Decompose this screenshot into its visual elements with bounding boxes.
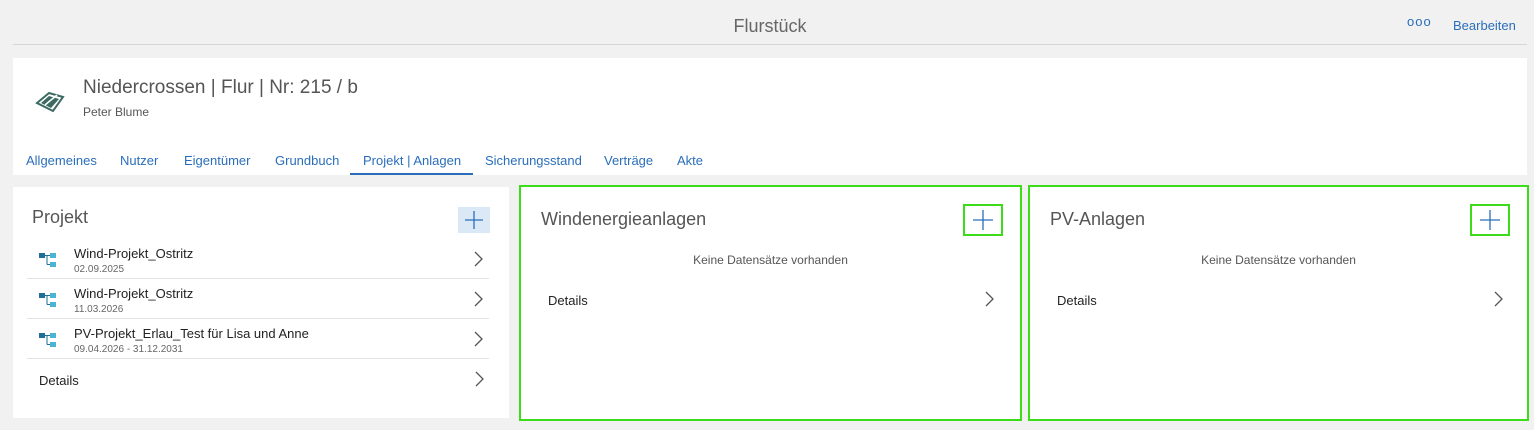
tab-allgemeines[interactable]: Allgemeines [26,153,97,168]
chevron-right-icon [474,331,483,347]
chevron-right-icon [474,251,483,267]
pv-details-link[interactable]: Details [1057,293,1097,308]
project-details-link[interactable]: Details [39,373,79,388]
tab-akte[interactable]: Akte [677,153,703,168]
project-date: 02.09.2025 [74,264,125,275]
active-tab-indicator [350,173,473,175]
pv-systems-card: PV-Anlagen Keine Datensätze vorhanden De… [1028,185,1529,421]
project-tree-icon [39,253,56,267]
record-header: Niedercrossen | Flur | Nr: 215 / b Peter… [13,58,1527,175]
empty-state-text: Keine Datensätze vorhanden [1201,253,1356,267]
chevron-right-icon[interactable] [474,371,484,387]
project-card-title: Projekt [32,207,89,227]
chevron-right-icon[interactable] [1493,291,1503,307]
tab-grundbuch[interactable]: Grundbuch [275,153,339,168]
plus-icon [1480,210,1500,230]
project-list-item[interactable]: Wind-Projekt_Ostritz 11.03.2026 [27,279,489,319]
project-name: Wind-Projekt_Ostritz [74,286,194,301]
tab-bar: Allgemeines Nutzer Eigentümer Grundbuch … [13,147,1527,175]
project-card: Projekt Wind-Projekt_Ostritz 02.09.2025 [13,187,509,418]
project-date: 11.03.2026 [74,304,124,315]
record-subtitle: Peter Blume [83,105,150,119]
project-tree-icon [39,293,56,307]
edit-button[interactable]: Bearbeiten [1453,18,1516,33]
add-wind-turbine-button[interactable] [963,204,1003,236]
record-title: Niedercrossen | Flur | Nr: 215 / b [83,77,358,98]
top-bar: Flurstück ooo Bearbeiten [13,0,1527,45]
parcel-map-icon [35,85,67,115]
wind-details-link[interactable]: Details [548,293,588,308]
add-pv-system-button[interactable] [1470,204,1510,236]
tab-sicherungsstand[interactable]: Sicherungsstand [485,153,582,168]
plus-icon [465,211,483,229]
pv-card-title: PV-Anlagen [1050,209,1146,229]
tab-nutzer[interactable]: Nutzer [120,153,158,168]
plus-icon [973,210,993,230]
tab-projekt-anlagen[interactable]: Projekt | Anlagen [363,153,461,168]
project-name: Wind-Projekt_Ostritz [74,246,194,261]
project-date: 09.04.2026 - 31.12.2031 [74,344,183,355]
tab-vertraege[interactable]: Verträge [604,153,653,168]
more-options-button[interactable]: ooo [1407,14,1432,29]
tab-eigentuemer[interactable]: Eigentümer [184,153,250,168]
empty-state-text: Keine Datensätze vorhanden [693,253,848,267]
add-project-button[interactable] [458,207,490,233]
project-list-item[interactable]: PV-Projekt_Erlau_Test für Lisa und Anne … [27,319,489,359]
chevron-right-icon[interactable] [984,291,994,307]
project-tree-icon [39,333,56,347]
page-title: Flurstück [733,16,807,36]
project-list-item[interactable]: Wind-Projekt_Ostritz 02.09.2025 [27,239,489,279]
wind-card-title: Windenergieanlagen [541,209,707,229]
wind-turbines-card: Windenergieanlagen Keine Datensätze vorh… [519,185,1022,421]
project-name: PV-Projekt_Erlau_Test für Lisa und Anne [74,326,309,341]
chevron-right-icon [474,291,483,307]
